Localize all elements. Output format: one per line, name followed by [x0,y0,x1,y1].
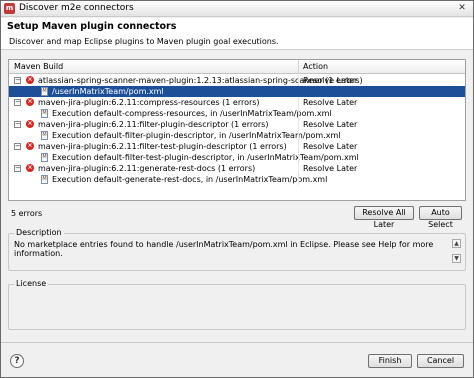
collapse-icon[interactable]: − [14,143,21,150]
action-cell[interactable]: Resolve Later [303,163,357,174]
error-icon: × [26,76,34,84]
title-bar: m Discover m2e connectors ✕ [1,1,473,17]
collapse-icon[interactable]: − [14,77,21,84]
column-divider [298,174,299,185]
cancel-button[interactable]: Cancel [417,354,464,368]
table-row[interactable]: − × maven-jira-plugin:6.2.11:generate-re… [9,163,465,174]
footer-divider [1,342,473,343]
action-cell[interactable]: Resolve Later [303,75,357,86]
error-icon: × [26,120,34,128]
column-divider [298,75,299,86]
error-icon: × [26,98,34,106]
table-row[interactable]: − × atlassian-spring-scanner-maven-plugi… [9,75,465,86]
page-title: Setup Maven plugin connectors [7,21,177,32]
table-row[interactable]: M Execution default-filter-plugin-descri… [9,130,465,141]
table-row[interactable]: M /userInMatrixTeam/pom.xml [9,86,465,97]
close-icon[interactable]: ✕ [455,3,469,14]
column-divider [298,119,299,130]
description-group: Description No marketplace entries found… [8,228,466,271]
column-maven-build[interactable]: Maven Build [14,62,63,71]
action-cell[interactable]: Resolve Later [303,97,357,108]
column-divider [298,163,299,174]
error-icon: × [26,164,34,172]
plugin-label: maven-jira-plugin:6.2.11:compress-resour… [38,98,260,107]
license-label: License [14,279,49,288]
table-row[interactable]: − × maven-jira-plugin:6.2.11:compress-re… [9,97,465,108]
column-divider [298,86,299,97]
execution-label: /userInMatrixTeam/pom.xml [52,87,164,96]
scroll-up-icon[interactable]: ▲ [452,239,461,248]
m2e-icon: m [4,3,15,14]
action-cell[interactable]: Resolve Later [303,141,357,152]
column-divider [298,130,299,141]
plugin-label: maven-jira-plugin:6.2.11:filter-test-plu… [38,142,287,151]
description-label: Description [14,228,64,237]
pom-file-icon: M [41,131,48,140]
page-description: Discover and map Eclipse plugins to Mave… [9,37,279,46]
connectors-table[interactable]: Maven Build Action − × atlassian-spring-… [8,59,466,201]
collapse-icon[interactable]: − [14,121,21,128]
table-row[interactable]: − × maven-jira-plugin:6.2.11:filter-test… [9,141,465,152]
finish-button[interactable]: Finish [368,354,412,368]
scroll-down-icon[interactable]: ▼ [452,254,461,263]
plugin-label: maven-jira-plugin:6.2.11:generate-rest-d… [38,164,256,173]
error-icon: × [26,142,34,150]
collapse-icon[interactable]: − [14,165,21,172]
pom-file-icon: M [41,153,48,162]
pom-file-icon: M [41,109,48,118]
error-count: 5 errors [11,209,43,218]
help-icon[interactable]: ? [10,354,24,368]
pom-file-icon: M [41,175,48,184]
column-divider [298,141,299,152]
license-group: License [8,279,466,330]
column-divider [298,108,299,119]
execution-label: Execution default-generate-rest-docs, in… [52,175,328,184]
column-divider [298,97,299,108]
pom-file-icon: M [41,87,48,96]
execution-label: Execution default-compress-resources, in… [52,109,332,118]
column-divider[interactable] [298,60,299,74]
table-row[interactable]: M Execution default-generate-rest-docs, … [9,174,465,185]
table-row[interactable]: M Execution default-compress-resources, … [9,108,465,119]
table-row[interactable]: M Execution default-filter-test-plugin-d… [9,152,465,163]
column-action[interactable]: Action [303,62,328,71]
auto-select-button[interactable]: Auto Select [419,206,462,229]
table-header: Maven Build Action [9,60,465,74]
execution-label: Execution default-filter-test-plugin-des… [52,153,359,162]
table-row[interactable]: − × maven-jira-plugin:6.2.11:filter-plug… [9,119,465,130]
column-divider [298,152,299,163]
plugin-label: maven-jira-plugin:6.2.11:filter-plugin-d… [38,120,269,129]
action-cell[interactable]: Resolve Later [303,119,357,130]
dialog-window: m Discover m2e connectors ✕ Setup Maven … [0,0,474,378]
resolve-all-later-button[interactable]: Resolve All Later [354,206,414,229]
window-title: Discover m2e connectors [19,3,134,13]
description-text: No marketplace entries found to handle /… [14,240,434,258]
collapse-icon[interactable]: − [14,99,21,106]
dialog-header: Setup Maven plugin connectors Discover a… [1,18,473,50]
